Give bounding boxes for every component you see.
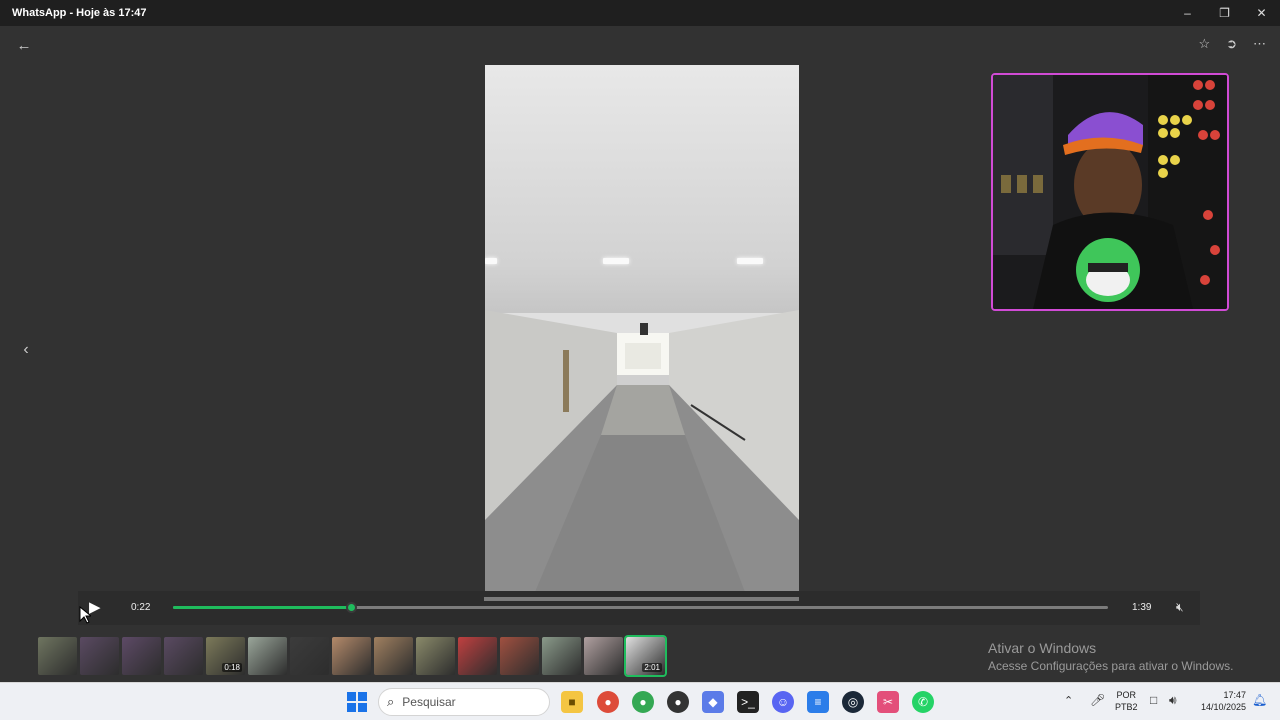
restore-icon: ❐ [1219,6,1230,20]
media-thumbnail[interactable] [584,637,623,675]
seek-progress [173,606,351,609]
app-window: WhatsApp - Hoje às 17:47 ‒ ❐ ✕ ← ‹ ☆ ➲ ⋯ [0,0,1280,720]
network-icon[interactable]: □ [1150,693,1157,707]
forward-icon[interactable]: ➲ [1226,36,1237,52]
media-thumbnail[interactable] [38,637,77,675]
play-button[interactable]: ▶ [89,599,105,617]
media-thumbnail[interactable] [164,637,203,675]
search-highlight-icon: 📖︎ [526,694,543,709]
restore-button[interactable]: ❐ [1206,0,1243,26]
notification-bell-icon[interactable]: 🔔︎ [1252,693,1267,707]
media-thumbnail-strip: 0:18 2:01 [38,635,667,677]
media-thumbnail[interactable] [542,637,581,675]
app-icon[interactable]: ◆ [702,691,724,713]
minimize-button[interactable]: ‒ [1169,0,1206,26]
close-icon: ✕ [1256,6,1267,20]
media-thumbnail[interactable] [458,637,497,675]
snipping-tool-icon[interactable]: ✂ [877,691,899,713]
media-viewer: ← ‹ ☆ ➲ ⋯ Ativar o Windows Acesse Config… [0,26,1280,682]
chrome-icon[interactable]: ● [632,691,654,713]
seek-bar[interactable] [173,602,1108,613]
steam-icon[interactable]: ◎ [842,691,864,713]
keyboard-layout: PTB2 [1115,702,1138,712]
notepad-icon[interactable]: ≡ [807,691,829,713]
mouse-cursor-icon [79,606,91,624]
media-thumbnail[interactable]: 2:01 [624,635,667,677]
title-bar: WhatsApp - Hoje às 17:47 ‒ ❐ ✕ [0,0,1280,26]
previous-media-button[interactable]: ‹ [16,338,36,362]
window-controls: ‒ ❐ ✕ [1169,0,1280,26]
chrome-profile-icon[interactable]: ● [597,691,619,713]
viewer-actions: ☆ ➲ ⋯ [1198,36,1266,52]
search-icon: ⌕ [387,694,395,709]
language-code: POR [1116,690,1137,700]
watermark-subtitle: Acesse Configurações para ativar o Windo… [988,659,1234,673]
media-thumbnail[interactable] [500,637,539,675]
star-icon[interactable]: ☆ [1198,36,1210,52]
file-explorer-icon[interactable]: ■ [561,691,583,713]
search-placeholder: Pesquisar [402,695,456,709]
clock-time: 17:47 [1223,690,1246,700]
back-button[interactable]: ← [14,36,34,54]
media-thumbnail[interactable] [332,637,371,675]
mute-button[interactable]: 🔇︎ [1176,600,1184,615]
clock-date: 14/10/2025 [1200,702,1246,712]
webcam-overlay [991,73,1229,311]
arrow-left-icon: ← [16,36,32,54]
video-buffer-bar [484,597,799,601]
video-frame[interactable] [485,65,799,592]
obs-icon[interactable]: ● [667,691,689,713]
seek-handle[interactable] [345,602,357,613]
media-thumbnail[interactable]: 0:18 [206,637,245,675]
volume-icon[interactable]: 🔊︎ [1169,693,1177,708]
close-button[interactable]: ✕ [1243,0,1280,26]
taskbar-clock[interactable]: 17:47 14/10/2025 [1192,689,1246,713]
windows-activation-watermark: Ativar o Windows Acesse Configurações pa… [988,640,1233,673]
windows-logo-icon [347,692,367,712]
start-button[interactable] [346,691,368,713]
media-thumbnail[interactable] [374,637,413,675]
more-icon[interactable]: ⋯ [1253,36,1266,52]
input-language[interactable]: POR PTB2 [1115,689,1138,713]
minimize-icon: ‒ [1184,6,1191,20]
discord-icon[interactable]: ☺ [772,691,794,713]
watermark-title: Ativar o Windows [988,640,1097,656]
media-thumbnail[interactable] [416,637,455,675]
webcam-image [993,75,1227,309]
media-thumbnail[interactable] [80,637,119,675]
microphone-icon[interactable]: 🎤︎ [1090,693,1105,707]
muted-icon: 🔇︎ [1176,600,1184,614]
corridor-graphic [485,310,799,592]
media-thumbnail[interactable] [122,637,161,675]
thumbnail-duration: 0:18 [222,663,242,672]
duration: 1:39 [1132,602,1152,613]
thumbnail-duration: 2:01 [642,663,662,672]
taskbar-search[interactable]: ⌕ Pesquisar 📖︎ [378,688,550,716]
tray-chevron-up-icon[interactable]: ⌃ [1064,694,1073,707]
window-title: WhatsApp - Hoje às 17:47 [12,7,147,19]
chevron-left-icon: ‹ [23,341,29,358]
windows-taskbar: ⌕ Pesquisar 📖︎ ■ ● ● ● ◆ >_ ☺ ≡ ◎ ✂ ✆ ⌃ … [0,682,1280,720]
media-thumbnail[interactable] [290,637,329,675]
current-time: 0:22 [131,602,151,613]
whatsapp-icon[interactable]: ✆ [912,691,934,713]
media-thumbnail[interactable] [248,637,287,675]
terminal-icon[interactable]: >_ [737,691,759,713]
